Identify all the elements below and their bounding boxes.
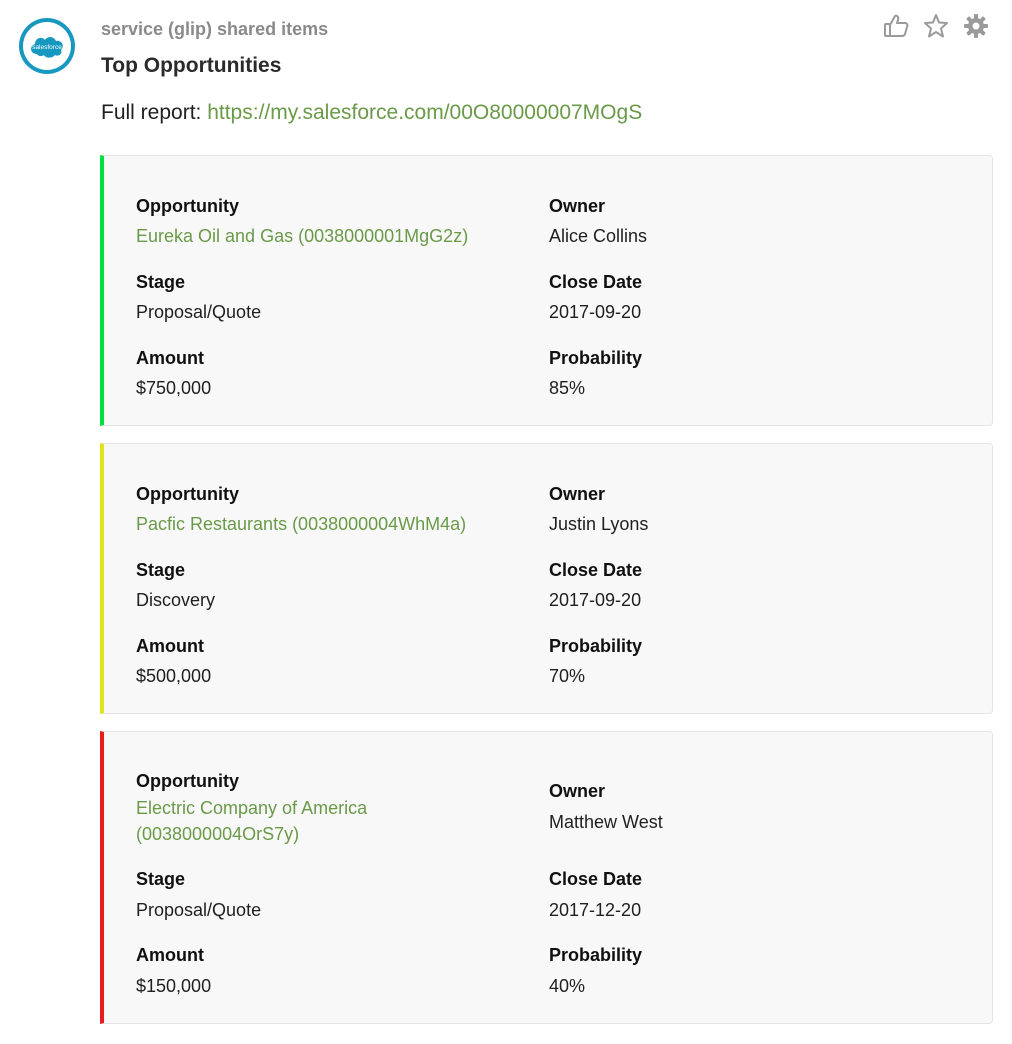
close-date-label: Close Date (549, 560, 643, 580)
opportunity-card: Opportunity Pacfic Restaurants (00380000… (100, 443, 993, 714)
owner-label: Owner (549, 781, 606, 801)
stage-label: Stage (136, 272, 186, 292)
opportunity-link[interactable]: Electric Company of America (0038000004O… (136, 795, 426, 847)
close-date-value: 2017-12-20 (549, 900, 642, 920)
opportunity-link[interactable]: Pacfic Restaurants (0038000004WhM4a) (136, 511, 466, 537)
thumbs-up-icon[interactable] (882, 12, 910, 40)
amount-value: $750,000 (136, 378, 212, 398)
close-date-value: 2017-09-20 (549, 302, 642, 322)
opportunity-link[interactable]: Eureka Oil and Gas (0038000001MgG2z) (136, 223, 468, 249)
opportunity-card: Opportunity Electric Company of America … (100, 731, 993, 1024)
stage-label: Stage (136, 869, 186, 889)
owner-value: Matthew West (549, 812, 663, 832)
salesforce-logo-icon: salesforce (31, 37, 63, 58)
amount-label: Amount (136, 636, 204, 656)
post-actions (882, 12, 990, 40)
opportunity-card: Opportunity Eureka Oil and Gas (00380000… (100, 155, 993, 426)
close-date-value: 2017-09-20 (549, 590, 642, 610)
stage-value: Proposal/Quote (136, 900, 262, 920)
owner-value: Justin Lyons (549, 514, 649, 534)
amount-value: $150,000 (136, 976, 212, 996)
star-icon[interactable] (922, 12, 950, 40)
owner-label: Owner (549, 484, 606, 504)
probability-value: 40% (549, 976, 586, 996)
stage-label: Stage (136, 560, 186, 580)
stage-value: Discovery (136, 590, 216, 610)
probability-label: Probability (549, 945, 643, 965)
avatar[interactable]: salesforce (19, 18, 75, 74)
avatar-text: salesforce (32, 44, 62, 51)
probability-value: 70% (549, 666, 586, 686)
opportunity-label: Opportunity (136, 771, 239, 791)
stage-value: Proposal/Quote (136, 302, 262, 322)
probability-label: Probability (549, 636, 643, 656)
post-title: Top Opportunities (101, 54, 282, 77)
amount-value: $500,000 (136, 666, 212, 686)
amount-label: Amount (136, 348, 204, 368)
close-date-label: Close Date (549, 869, 643, 889)
report-line: Full report: https://my.salesforce.com/0… (101, 101, 642, 125)
probability-value: 85% (549, 378, 586, 398)
sender-name[interactable]: service (glip) shared items (101, 19, 328, 40)
report-prefix: Full report: (101, 101, 208, 124)
opportunity-label: Opportunity (136, 484, 239, 504)
close-date-label: Close Date (549, 272, 643, 292)
report-link[interactable]: https://my.salesforce.com/00O80000007MOg… (207, 101, 642, 124)
gear-icon[interactable] (962, 12, 990, 40)
opportunity-label: Opportunity (136, 196, 239, 216)
owner-value: Alice Collins (549, 226, 648, 246)
probability-label: Probability (549, 348, 643, 368)
amount-label: Amount (136, 945, 204, 965)
owner-label: Owner (549, 196, 606, 216)
